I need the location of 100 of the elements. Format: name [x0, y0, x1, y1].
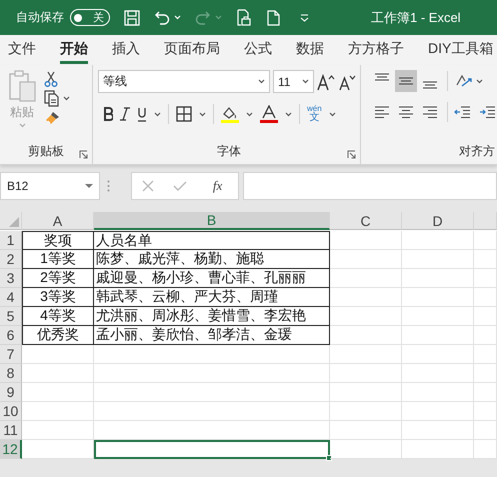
table-cell[interactable]	[22, 421, 94, 440]
table-cell[interactable]	[402, 364, 474, 383]
table-cell[interactable]	[474, 231, 497, 250]
table-cell[interactable]	[330, 326, 402, 345]
table-cell[interactable]	[94, 364, 330, 383]
table-cell[interactable]	[402, 231, 474, 250]
table-cell[interactable]	[402, 288, 474, 307]
caret-icon[interactable]	[476, 78, 483, 84]
row-header[interactable]: 6	[0, 326, 22, 345]
row-header[interactable]: 2	[0, 250, 22, 269]
table-cell[interactable]	[474, 326, 497, 345]
caret-icon[interactable]	[154, 112, 161, 116]
table-cell[interactable]: 3等奖	[22, 288, 94, 307]
undo-icon[interactable]	[154, 10, 170, 26]
row-header[interactable]: 10	[0, 402, 22, 421]
table-cell[interactable]	[474, 364, 497, 383]
table-cell[interactable]: 陈梦、戚光萍、杨勤、施聪	[94, 250, 330, 269]
row-header[interactable]: 8	[0, 364, 22, 383]
table-cell[interactable]	[474, 269, 497, 288]
table-cell[interactable]	[330, 421, 402, 440]
table-cell[interactable]	[330, 383, 402, 402]
row-header[interactable]: 4	[0, 288, 22, 307]
table-cell[interactable]	[474, 250, 497, 269]
table-cell[interactable]	[330, 345, 402, 364]
table-cell[interactable]: 优秀奖	[22, 326, 94, 345]
table-cell[interactable]	[22, 383, 94, 402]
align-left-icon[interactable]	[374, 104, 390, 120]
table-cell[interactable]	[474, 288, 497, 307]
align-right-icon[interactable]	[422, 104, 438, 120]
font-size-dropdown[interactable]: 11	[273, 70, 314, 93]
table-cell[interactable]	[330, 307, 402, 326]
column-header[interactable]: C	[330, 212, 402, 230]
caret-icon[interactable]	[285, 112, 292, 116]
table-cell[interactable]	[474, 383, 497, 402]
table-cell[interactable]: 戚迎曼、杨小珍、曹心菲、孔丽丽	[94, 269, 330, 288]
dialog-launcher-icon[interactable]	[347, 150, 356, 159]
row-header[interactable]: 7	[0, 345, 22, 364]
table-cell[interactable]	[94, 421, 330, 440]
ribbon-tab[interactable]: 方方格子	[348, 35, 404, 64]
ribbon-tab[interactable]: 公式	[244, 35, 272, 64]
table-cell[interactable]	[402, 421, 474, 440]
paintbrush-icon[interactable]	[44, 110, 61, 126]
row-header[interactable]: 11	[0, 421, 22, 440]
table-cell[interactable]	[402, 383, 474, 402]
row-header[interactable]: 3	[0, 269, 22, 288]
scissors-icon[interactable]	[44, 71, 58, 87]
row-header[interactable]: 1	[0, 231, 22, 250]
ribbon-tab[interactable]: 页面布局	[164, 35, 220, 64]
select-all-button[interactable]	[0, 212, 22, 230]
table-cell[interactable]	[330, 250, 402, 269]
italic-icon[interactable]	[120, 107, 130, 121]
table-cell[interactable]	[402, 345, 474, 364]
save-icon[interactable]	[124, 10, 140, 26]
table-cell[interactable]	[402, 307, 474, 326]
dialog-launcher-icon[interactable]	[79, 150, 88, 159]
align-center-icon[interactable]	[398, 104, 414, 120]
row-header[interactable]: 5	[0, 307, 22, 326]
fill-handle[interactable]	[326, 455, 332, 461]
cancel-icon[interactable]	[142, 180, 154, 192]
table-cell[interactable]	[474, 307, 497, 326]
align-button[interactable]	[395, 70, 417, 92]
table-cell[interactable]	[402, 326, 474, 345]
more-options-icon[interactable]	[106, 180, 110, 192]
table-cell[interactable]: 4等奖	[22, 307, 94, 326]
table-cell[interactable]	[22, 364, 94, 383]
selected-cell[interactable]	[94, 440, 330, 459]
table-cell[interactable]	[402, 269, 474, 288]
table-cell[interactable]	[474, 402, 497, 421]
column-header[interactable]: B	[94, 212, 330, 230]
formula-input[interactable]	[243, 172, 497, 200]
table-cell[interactable]: 2等奖	[22, 269, 94, 288]
table-cell[interactable]	[330, 440, 402, 459]
table-cell[interactable]	[22, 345, 94, 364]
ribbon-tab[interactable]: 数据	[296, 35, 324, 64]
underline-icon[interactable]	[137, 106, 147, 122]
increase-font-size-icon[interactable]	[317, 72, 335, 90]
copy-icon[interactable]	[44, 90, 60, 107]
column-header[interactable]: A	[22, 212, 94, 230]
print-preview-icon[interactable]	[236, 9, 251, 26]
bold-icon[interactable]	[103, 107, 113, 121]
caret-icon[interactable]	[302, 79, 309, 84]
fill-color-icon[interactable]	[221, 105, 239, 123]
table-cell[interactable]: 尤洪丽、周冰彤、姜惜雪、李宏艳	[94, 307, 330, 326]
row-header[interactable]: 12	[0, 440, 22, 459]
table-cell[interactable]	[330, 288, 402, 307]
table-cell[interactable]	[94, 345, 330, 364]
table-cell[interactable]	[330, 402, 402, 421]
text-orientation-icon[interactable]	[454, 73, 474, 89]
caret-icon[interactable]	[63, 96, 70, 101]
table-cell[interactable]: 1等奖	[22, 250, 94, 269]
table-cell[interactable]: 人员名单	[94, 231, 330, 250]
table-cell[interactable]	[402, 440, 474, 459]
column-header[interactable]	[474, 212, 497, 230]
increase-indent-icon[interactable]	[479, 105, 496, 119]
table-cell[interactable]	[330, 231, 402, 250]
table-cell[interactable]	[402, 250, 474, 269]
caret-icon[interactable]	[199, 112, 206, 116]
caret-icon[interactable]	[246, 112, 253, 116]
table-cell[interactable]	[474, 345, 497, 364]
new-document-icon[interactable]	[267, 10, 280, 26]
